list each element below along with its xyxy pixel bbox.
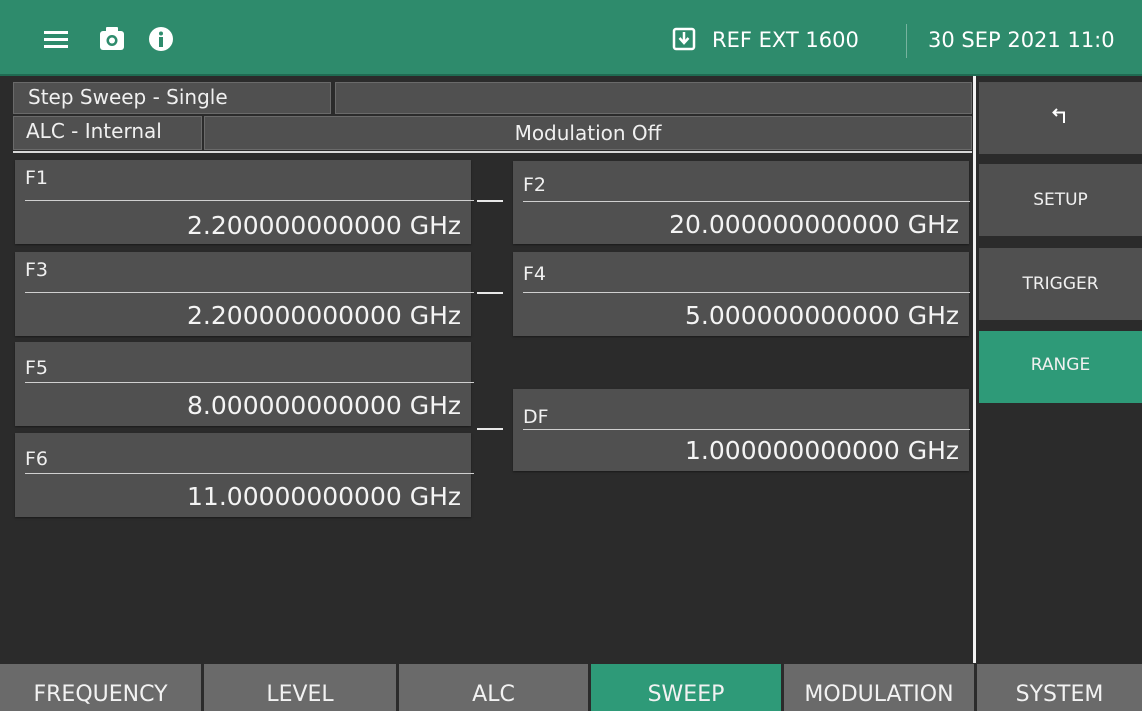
back-button[interactable] bbox=[979, 82, 1142, 154]
trigger-button[interactable]: TRIGGER bbox=[979, 248, 1142, 320]
status-divider bbox=[13, 151, 972, 153]
param-df-field[interactable]: DF 1.000000000000 GHz bbox=[513, 389, 970, 471]
alc-mode-status: ALC - Internal bbox=[13, 116, 202, 150]
field-underline bbox=[25, 382, 474, 383]
param-label: F1 bbox=[25, 167, 49, 189]
param-value: 11.00000000000 GHz bbox=[187, 482, 461, 511]
param-value: 5.000000000000 GHz bbox=[685, 301, 959, 330]
topbar-divider bbox=[906, 24, 907, 58]
reference-status: REF EXT 1600 bbox=[712, 28, 859, 52]
param-value: 20.000000000000 GHz bbox=[669, 210, 959, 239]
param-f2-field[interactable]: F2 20.000000000000 GHz bbox=[513, 161, 970, 244]
setup-button[interactable]: SETUP bbox=[979, 164, 1142, 236]
param-f1-field[interactable]: F1 2.200000000000 GHz bbox=[15, 160, 474, 244]
param-label: F3 bbox=[25, 259, 49, 281]
ref-download-icon bbox=[671, 26, 697, 52]
field-underline bbox=[523, 201, 970, 202]
field-underline bbox=[25, 200, 474, 201]
param-f4-field[interactable]: F4 5.000000000000 GHz bbox=[513, 252, 970, 336]
field-underline bbox=[523, 292, 970, 293]
tab-alc[interactable]: ALC bbox=[399, 664, 588, 711]
link-dash bbox=[477, 292, 503, 294]
range-button[interactable]: RANGE bbox=[979, 331, 1142, 403]
menu-icon[interactable] bbox=[40, 26, 72, 52]
field-underline bbox=[25, 473, 474, 474]
tab-system[interactable]: SYSTEM bbox=[977, 664, 1142, 711]
date-time: 30 SEP 2021 11:0 bbox=[928, 28, 1115, 52]
param-label: F5 bbox=[25, 357, 49, 379]
return-arrow-icon bbox=[1051, 107, 1070, 130]
param-f5-field[interactable]: F5 8.000000000000 GHz bbox=[15, 342, 474, 426]
link-dash bbox=[477, 428, 503, 430]
param-label: DF bbox=[523, 406, 549, 428]
param-f6-field[interactable]: F6 11.00000000000 GHz bbox=[15, 433, 474, 517]
param-label: F2 bbox=[523, 174, 547, 196]
tab-modulation[interactable]: MODULATION bbox=[784, 664, 974, 711]
param-label: F4 bbox=[523, 263, 547, 285]
link-dash bbox=[477, 200, 503, 202]
param-f3-field[interactable]: F3 2.200000000000 GHz bbox=[15, 252, 474, 336]
field-underline bbox=[25, 292, 474, 293]
param-label: F6 bbox=[25, 448, 49, 470]
instrument-screen: REF EXT 1600 30 SEP 2021 11:0 Step Sweep… bbox=[0, 0, 1142, 711]
status-field-empty bbox=[335, 82, 972, 114]
bottom-tab-bar: FREQUENCY LEVEL ALC SWEEP MODULATION SYS… bbox=[0, 664, 1142, 711]
top-bar: REF EXT 1600 30 SEP 2021 11:0 bbox=[0, 0, 1142, 76]
camera-icon[interactable] bbox=[97, 26, 127, 52]
param-value: 2.200000000000 GHz bbox=[187, 211, 461, 240]
info-icon[interactable] bbox=[148, 26, 174, 52]
side-menu-divider bbox=[973, 76, 976, 663]
param-value: 1.000000000000 GHz bbox=[685, 436, 959, 465]
field-underline bbox=[523, 429, 970, 430]
tab-sweep[interactable]: SWEEP bbox=[591, 664, 781, 711]
param-value: 2.200000000000 GHz bbox=[187, 301, 461, 330]
tab-level[interactable]: LEVEL bbox=[204, 664, 396, 711]
param-value: 8.000000000000 GHz bbox=[187, 391, 461, 420]
tab-frequency[interactable]: FREQUENCY bbox=[0, 664, 201, 711]
modulation-status: Modulation Off bbox=[204, 116, 972, 150]
sweep-mode-status: Step Sweep - Single bbox=[13, 82, 331, 114]
